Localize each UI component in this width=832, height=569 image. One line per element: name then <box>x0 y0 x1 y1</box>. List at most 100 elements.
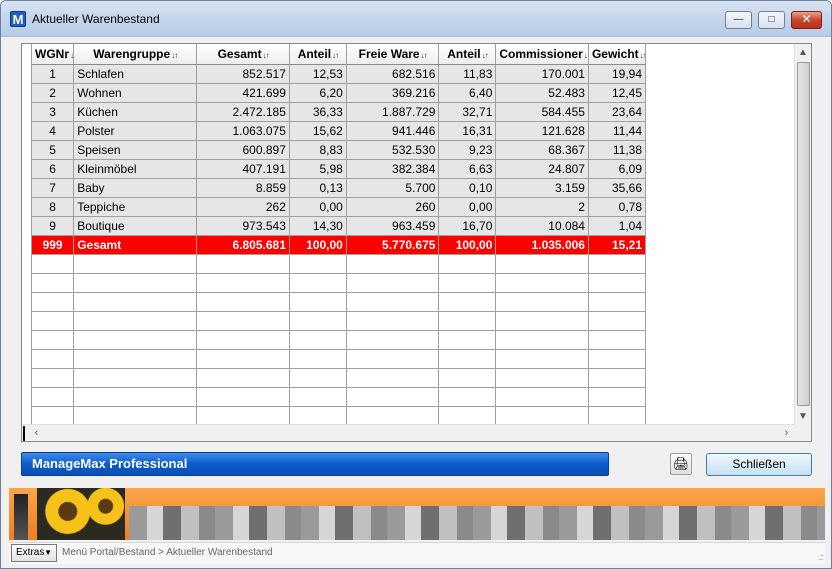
sunflower-graphic <box>37 488 125 540</box>
scroll-left-icon[interactable]: ‹ <box>28 425 45 441</box>
empty-cell <box>289 254 347 274</box>
sort-icon[interactable]: ↓↑ <box>421 51 428 60</box>
sort-icon[interactable]: ↓↑ <box>263 51 270 60</box>
empty-cell <box>32 292 75 312</box>
table-row[interactable]: 1 Schlafen 852.517 12,53 682.516 11,83 170.001… <box>32 64 647 84</box>
sort-icon[interactable]: ↓↑ <box>584 51 588 60</box>
header-col-commissioner[interactable]: Commissioner↓↑ <box>495 44 589 65</box>
inventory-grid[interactable]: WGNr↓↑Warengruppe↓↑Gesamt↓↑Anteil↓↑Freie… <box>21 43 812 442</box>
total-row[interactable]: 999 Gesamt 6.805.681 100,00 5.770.675 100,00 1… <box>32 235 647 255</box>
empty-row <box>32 254 647 274</box>
empty-cell <box>495 406 589 426</box>
empty-cell <box>438 368 497 388</box>
cell-col-commissioner: 121.628 <box>495 121 589 141</box>
table-row[interactable]: 2 Wohnen 421.699 6,20 369.216 6,40 52.483 12,45 <box>32 83 647 103</box>
vertical-scroll-thumb[interactable] <box>797 62 810 406</box>
header-col-gewicht[interactable]: Gewicht↓↑ <box>588 44 647 65</box>
print-button[interactable]: 🖨 <box>670 453 692 475</box>
header-col-freie-ware[interactable]: Freie Ware↓↑ <box>346 44 440 65</box>
header-label: Commissioner <box>499 46 583 61</box>
empty-cell <box>346 387 440 407</box>
scroll-right-icon[interactable]: › <box>778 425 795 441</box>
cell-col-wgnr: 3 <box>32 102 75 122</box>
horizontal-scrollbar[interactable]: ‹ › <box>22 424 795 441</box>
empty-cell <box>495 254 589 274</box>
cell-col-anteil: 14,30 <box>289 216 347 236</box>
cell-col-wgnr: 2 <box>32 83 75 103</box>
close-button[interactable]: Schließen <box>706 453 812 476</box>
empty-cell <box>289 292 347 312</box>
maximize-button[interactable]: □ <box>758 11 785 29</box>
table-row[interactable]: 8 Teppiche 262 0,00 260 0,00 2 0,78 <box>32 197 647 217</box>
empty-cell <box>588 311 647 331</box>
empty-cell <box>438 406 497 426</box>
printer-icon: 🖨 <box>672 456 690 471</box>
empty-cell <box>438 349 497 369</box>
cell-col-gewicht: 0,78 <box>588 197 647 217</box>
cell-col-gesamt: 407.191 <box>196 159 290 179</box>
empty-cell <box>495 273 589 293</box>
cell-col-wgnr: 7 <box>32 178 75 198</box>
sort-icon[interactable]: ↓↑ <box>332 51 339 60</box>
empty-cell <box>32 330 75 350</box>
cell-col-gesamt: 262 <box>196 197 290 217</box>
empty-cell <box>588 292 647 312</box>
row-indicator-column <box>22 44 32 424</box>
cell-col-commissioner: 10.084 <box>495 216 589 236</box>
cell-col-wgnr: 8 <box>32 197 75 217</box>
empty-cell <box>588 368 647 388</box>
empty-cell <box>32 273 75 293</box>
sort-icon[interactable]: ↓↑ <box>70 51 73 60</box>
empty-cell <box>73 387 198 407</box>
empty-cell <box>289 273 347 293</box>
table-row[interactable]: 6 Kleinmöbel 407.191 5,98 382.384 6,63 24.807 6… <box>32 159 647 179</box>
header-col-wgnr[interactable]: WGNr↓↑ <box>32 44 75 65</box>
empty-cell <box>438 330 497 350</box>
cell-col-commissioner: 584.455 <box>495 102 589 122</box>
table-row[interactable]: 3 Küchen 2.472.185 36,33 1.887.729 32,71 584.4… <box>32 102 647 122</box>
cell-col-freie-ware: 369.216 <box>346 83 440 103</box>
sort-icon[interactable]: ↓↑ <box>482 51 489 60</box>
cell-col-warengruppe: Wohnen <box>73 83 198 103</box>
empty-cell <box>32 406 75 426</box>
cell-col-anteil-frei: 100,00 <box>438 235 497 255</box>
cell-col-freie-ware: 941.446 <box>346 121 440 141</box>
empty-cell <box>346 406 440 426</box>
table-row[interactable]: 4 Polster 1.063.075 15,62 941.446 16,31 121.62… <box>32 121 647 141</box>
extras-label: Extras <box>16 547 45 558</box>
sort-icon[interactable]: ↓↑ <box>640 51 645 60</box>
cell-col-gesamt: 6.805.681 <box>196 235 290 255</box>
cell-col-warengruppe: Gesamt <box>73 235 198 255</box>
header-label: Warengruppe <box>93 46 171 61</box>
vertical-scrollbar[interactable]: ▲ ▼ <box>794 44 811 425</box>
empty-cell <box>588 273 647 293</box>
header-col-gesamt[interactable]: Gesamt↓↑ <box>196 44 290 65</box>
empty-cell <box>588 254 647 274</box>
cell-col-warengruppe: Speisen <box>73 140 198 160</box>
sort-icon[interactable]: ↓↑ <box>171 51 178 60</box>
extras-dropdown[interactable]: Extras ▼ <box>11 544 57 562</box>
cell-col-freie-ware: 682.516 <box>346 64 440 84</box>
cell-col-anteil-frei: 9,23 <box>438 140 497 160</box>
banner-image <box>9 488 825 540</box>
empty-cell <box>196 311 290 331</box>
scroll-down-icon[interactable]: ▼ <box>795 408 811 425</box>
header-col-anteil[interactable]: Anteil↓↑ <box>289 44 347 65</box>
header-col-anteil-frei[interactable]: Anteil↓↑ <box>438 44 497 65</box>
cell-col-freie-ware: 963.459 <box>346 216 440 236</box>
breadcrumb: Menü Portal/Bestand > Aktueller Warenbes… <box>62 547 273 558</box>
scroll-up-icon[interactable]: ▲ <box>795 44 811 61</box>
main-window: M Aktueller Warenbestand — □ ✕ WGNr↓↑War… <box>0 0 832 569</box>
table-row[interactable]: 7 Baby 8.859 0,13 5.700 0,10 3.159 35,66 <box>32 178 647 198</box>
empty-cell <box>289 349 347 369</box>
minimize-button[interactable]: — <box>725 11 752 29</box>
empty-cell <box>495 387 589 407</box>
table-row[interactable]: 5 Speisen 600.897 8,83 532.530 9,23 68.367 11,3… <box>32 140 647 160</box>
cell-col-freie-ware: 5.770.675 <box>346 235 440 255</box>
empty-cell <box>346 254 440 274</box>
cell-col-warengruppe: Polster <box>73 121 198 141</box>
table-row[interactable]: 9 Boutique 973.543 14,30 963.459 16,70 10.084 1… <box>32 216 647 236</box>
resize-grip-icon[interactable]: .:: <box>818 552 823 562</box>
close-window-button[interactable]: ✕ <box>791 11 822 29</box>
header-col-warengruppe[interactable]: Warengruppe↓↑ <box>73 44 198 65</box>
